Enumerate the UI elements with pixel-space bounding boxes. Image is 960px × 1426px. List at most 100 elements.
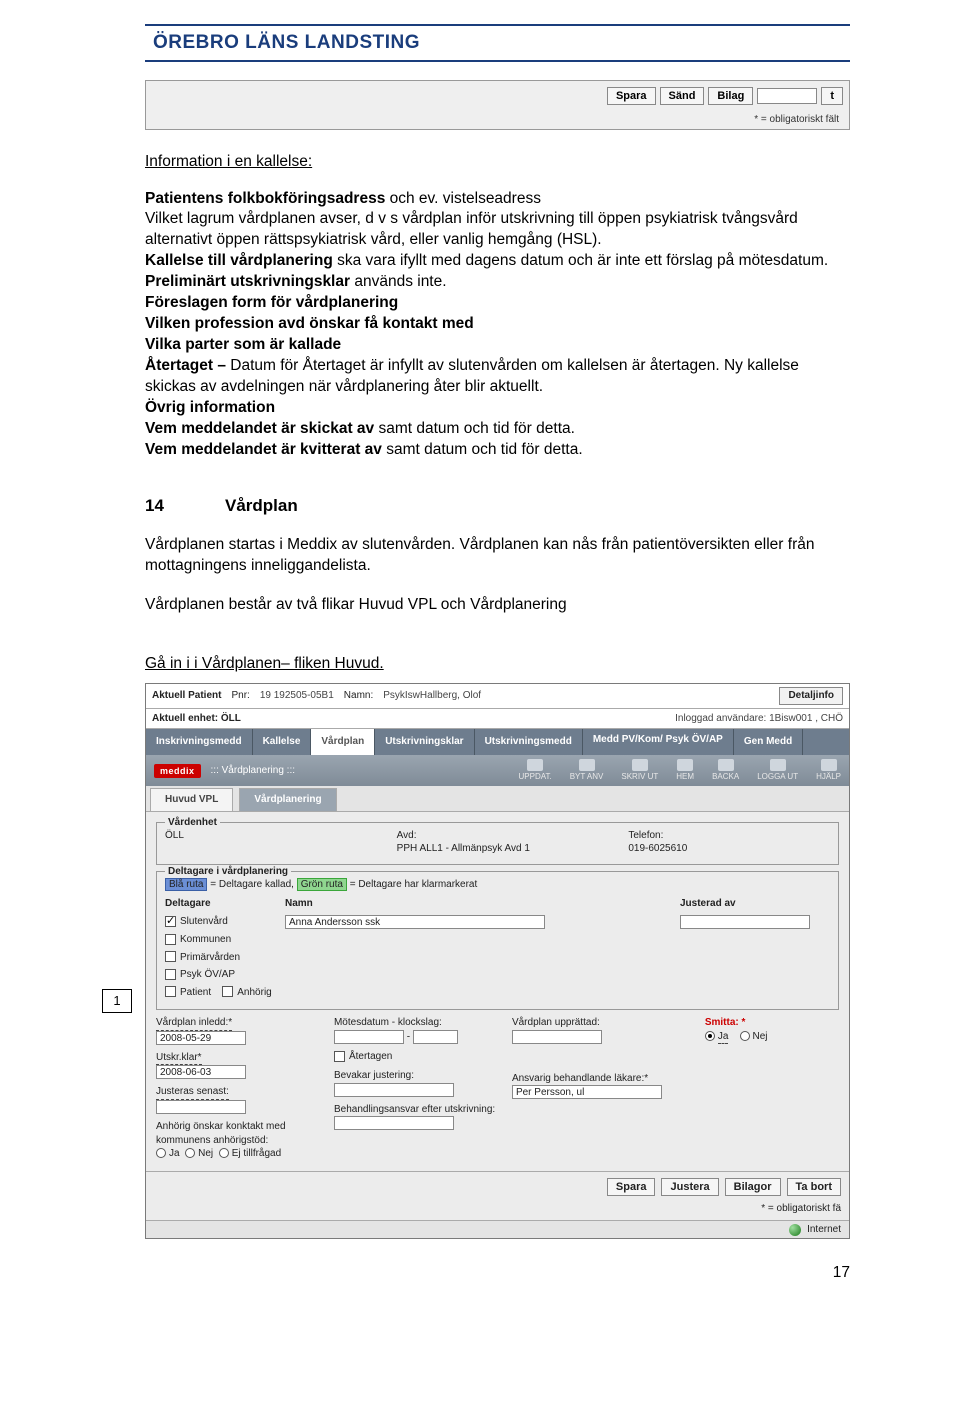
lbl-psyk-ov-ap: Psyk ÖV/AP bbox=[180, 969, 235, 980]
bla-ruta-desc: = Deltagare kallad, bbox=[207, 879, 296, 890]
chk-primarvarden[interactable] bbox=[165, 951, 176, 962]
internet-icon bbox=[789, 1224, 801, 1236]
footer-bilagor-button[interactable]: Bilagor bbox=[725, 1178, 781, 1197]
blank-dropdown[interactable] bbox=[757, 88, 817, 104]
rdo-nej[interactable] bbox=[185, 1148, 195, 1158]
tab-utskrivningsmedd[interactable]: Utskrivningsmedd bbox=[475, 729, 583, 755]
vardplan-upprattad-label: Vårdplan upprättad: bbox=[512, 1016, 691, 1030]
tab-medd-pv[interactable]: Medd PV/Kom/ Psyk ÖV/AP bbox=[583, 729, 734, 755]
deltagare-legend: Deltagare i vårdplanering bbox=[165, 865, 291, 879]
uppdat-icon[interactable]: UPPDAT. bbox=[519, 759, 552, 783]
vardplan-upprattad-input[interactable] bbox=[512, 1030, 602, 1044]
skriv-ut-icon[interactable]: SKRIV UT bbox=[621, 759, 658, 783]
p3-rest: ska vara ifyllt med dagens datum och är … bbox=[333, 252, 828, 269]
rdo-nej-lbl: Nej bbox=[198, 1148, 213, 1159]
footer-justera-button[interactable]: Justera bbox=[661, 1178, 718, 1197]
bevakar-justering-input[interactable] bbox=[334, 1083, 454, 1097]
rdo-smitta-nej-lbl: Nej bbox=[753, 1031, 768, 1042]
avd-label: Avd: bbox=[397, 829, 599, 843]
bevakar-justering-label: Bevakar justering: bbox=[334, 1069, 498, 1083]
lbl-slutenvard: Slutenvård bbox=[180, 916, 228, 927]
utskrklar-input[interactable]: 2008-06-03 bbox=[156, 1065, 246, 1079]
hdr-namn: Namn bbox=[285, 897, 680, 911]
chk-slutenvard[interactable] bbox=[165, 916, 176, 927]
detaljinfo-button[interactable]: Detaljinfo bbox=[779, 687, 843, 705]
p8-bold: Återtaget – bbox=[145, 357, 230, 374]
rdo-ej-tillfragad[interactable] bbox=[219, 1148, 229, 1158]
telefon-value: 019-6025610 bbox=[628, 842, 830, 856]
tab-vardplan[interactable]: Vårdplan bbox=[311, 729, 375, 755]
justerad-slutenvard-input[interactable] bbox=[680, 915, 810, 929]
meddix-app: Aktuell Patient Pnr: 19 192505-05B1 Namn… bbox=[145, 683, 850, 1239]
smitta-label: Smitta: * bbox=[705, 1017, 746, 1028]
p2: Vilket lagrum vårdplanen avser, d v s vå… bbox=[145, 209, 850, 251]
p6: Vilken profession avd önskar få kontakt … bbox=[145, 314, 850, 335]
rdo-smitta-ja[interactable] bbox=[705, 1031, 715, 1041]
p4-bold: Preliminärt utskrivningsklar bbox=[145, 273, 350, 290]
byt-anv-icon[interactable]: BYT ANV bbox=[570, 759, 604, 783]
rdo-ja[interactable] bbox=[156, 1148, 166, 1158]
tab-inskrivningsmedd[interactable]: Inskrivningsmedd bbox=[146, 729, 253, 755]
atertagen-label: Återtagen bbox=[349, 1051, 392, 1062]
avd-value: PPH ALL1 - Allmänpsyk Avd 1 bbox=[397, 842, 599, 856]
rdo-smitta-nej[interactable] bbox=[740, 1031, 750, 1041]
p10-bold: Vem meddelandet är skickat av bbox=[145, 420, 374, 437]
bottom-form-grid: Vårdplan inledd:* 2008-05-29 Utskr.klar*… bbox=[156, 1016, 839, 1166]
logga-ut-icon[interactable]: LOGGA UT bbox=[757, 759, 798, 783]
page-header: ÖREBRO LÄNS LANDSTING bbox=[145, 24, 850, 62]
bla-ruta-chip: Blå ruta bbox=[165, 878, 207, 891]
vardplan-inledd-input[interactable]: 2008-05-29 bbox=[156, 1031, 246, 1045]
sand-button[interactable]: Sänd bbox=[660, 87, 705, 106]
app-toolbar: meddix ::: Vårdplanering ::: UPPDAT. BYT… bbox=[146, 755, 849, 787]
sub-tabs: Huvud VPL Vårdplanering bbox=[146, 786, 849, 812]
p4-rest: används inte. bbox=[350, 273, 447, 290]
justeras-senast-input[interactable] bbox=[156, 1100, 246, 1114]
pnr-label: Pnr: bbox=[231, 689, 249, 703]
subtab-vardplanering[interactable]: Vårdplanering bbox=[239, 788, 336, 811]
chk-anhorig[interactable] bbox=[222, 986, 233, 997]
p11-bold: Vem meddelandet är kvitterat av bbox=[145, 441, 382, 458]
footer-spara-button[interactable]: Spara bbox=[607, 1178, 656, 1197]
subtab-huvud-vpl[interactable]: Huvud VPL bbox=[150, 788, 233, 811]
section-14-heading: 14Vårdplan bbox=[145, 495, 850, 518]
status-bar: Internet bbox=[146, 1220, 849, 1239]
footer-ta-bort-button[interactable]: Ta bort bbox=[787, 1178, 841, 1197]
inloggad-label: Inloggad användare: 1Bisw001 , CHÖ bbox=[675, 712, 843, 726]
lbl-kommunen: Kommunen bbox=[180, 934, 231, 945]
hjalp-icon[interactable]: HJÄLP bbox=[816, 759, 841, 783]
tab-utskrivningsklar[interactable]: Utskrivningsklar bbox=[375, 729, 474, 755]
motesdatum-label: Mötesdatum - klockslag: bbox=[334, 1016, 498, 1030]
chk-kommunen[interactable] bbox=[165, 934, 176, 945]
aktuell-patient-label: Aktuell Patient bbox=[152, 689, 221, 703]
info-heading: Information i en kallelse: bbox=[145, 152, 850, 173]
bilag-button[interactable]: Bilag bbox=[708, 87, 753, 106]
footer-obligatoriskt-note: * = obligatoriskt fä bbox=[146, 1200, 849, 1220]
hdr-justerad: Justerad av bbox=[680, 897, 830, 911]
app-footer: Spara Justera Bilagor Ta bort bbox=[146, 1171, 849, 1201]
chk-psyk-ov-ap[interactable] bbox=[165, 969, 176, 980]
spara-button[interactable]: Spara bbox=[607, 87, 656, 106]
justeras-senast-label: Justeras senast: bbox=[156, 1085, 229, 1100]
motesdatum-input[interactable] bbox=[334, 1030, 404, 1044]
p1-bold: Patientens folkbokföringsadress bbox=[145, 190, 385, 207]
app-enhet-bar: Aktuell enhet: ÖLL Inloggad användare: 1… bbox=[146, 709, 849, 730]
rdo-ej-lbl: Ej tillfrågad bbox=[232, 1148, 281, 1159]
ansvarig-lakare-input[interactable]: Per Persson, ul bbox=[512, 1085, 662, 1099]
unknown-button[interactable]: t bbox=[821, 87, 843, 106]
tab-kallelse[interactable]: Kallelse bbox=[253, 729, 312, 755]
gron-ruta-desc: = Deltagare har klarmarkerat bbox=[347, 879, 477, 890]
chk-patient[interactable] bbox=[165, 986, 176, 997]
hem-icon[interactable]: HEM bbox=[676, 759, 694, 783]
chk-atertagen[interactable] bbox=[334, 1051, 345, 1062]
backa-icon[interactable]: BACKA bbox=[712, 759, 739, 783]
klockslag-input[interactable] bbox=[413, 1030, 458, 1044]
meddix-logo: meddix bbox=[154, 764, 201, 778]
p9: Övrig information bbox=[145, 398, 850, 419]
behandlingsansvar-input[interactable] bbox=[334, 1116, 454, 1130]
rdo-smitta-ja-lbl: Ja bbox=[718, 1030, 729, 1045]
tab-gen-medd[interactable]: Gen Medd bbox=[734, 729, 803, 755]
namn-slutenvard-input[interactable]: Anna Andersson ssk bbox=[285, 915, 545, 929]
p5: Föreslagen form för vårdplanering bbox=[145, 293, 850, 314]
rdo-ja-lbl: Ja bbox=[169, 1148, 180, 1159]
header-title: ÖREBRO LÄNS LANDSTING bbox=[153, 32, 420, 53]
